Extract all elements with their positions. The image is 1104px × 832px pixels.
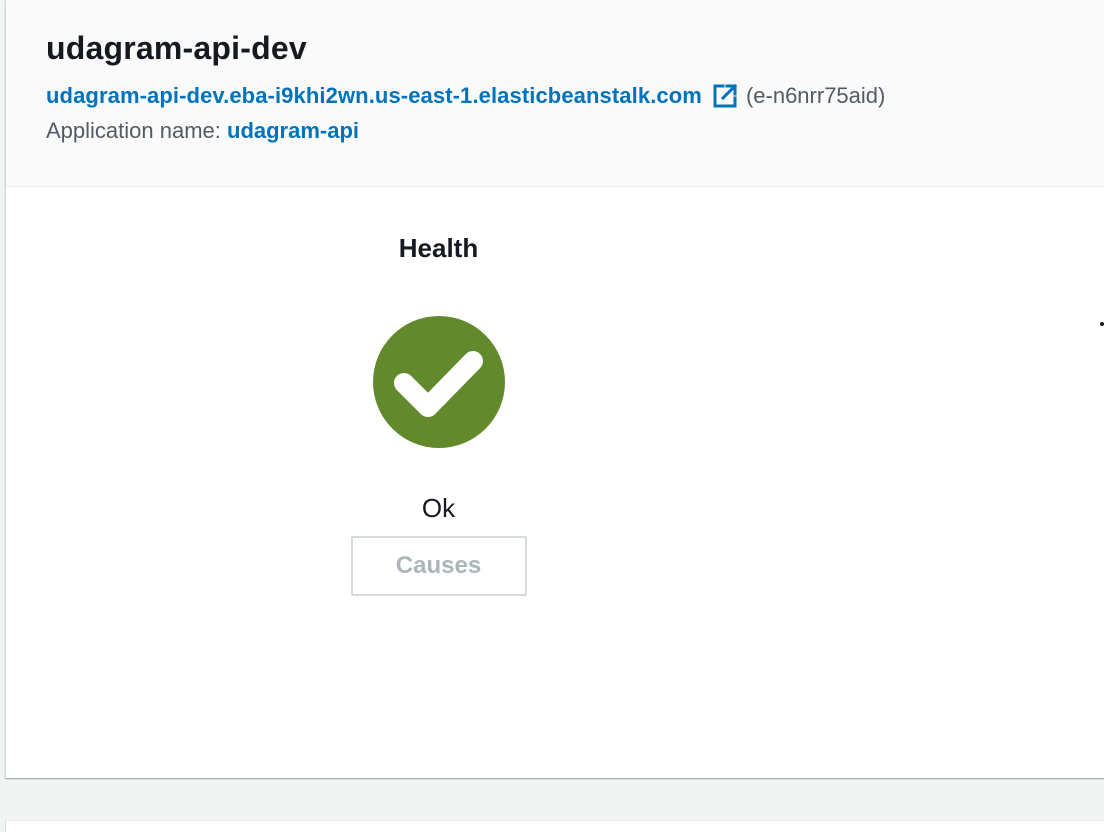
environment-id: (e-n6nrr75aid) <box>745 83 886 108</box>
check-circle-icon <box>372 316 505 448</box>
environment-url-link[interactable]: udagram-api-dev.eba-i9khi2wn.us-east-1.e… <box>46 83 702 109</box>
environment-url-row: udagram-api-dev.eba-i9khi2wn.us-east-1.e… <box>46 80 1104 112</box>
environment-overview-card: udagram-api-dev udagram-api-dev.eba-i9kh… <box>5 0 1104 778</box>
application-name-link[interactable]: udagram-api <box>227 118 359 143</box>
panel-edge-dot <box>1100 322 1104 326</box>
environment-name-title: udagram-api-dev <box>46 30 307 66</box>
health-section: Health Ok Causes <box>311 228 566 596</box>
next-panel-edge <box>5 820 1104 832</box>
application-name-row: Application name: udagram-api <box>46 116 1104 146</box>
health-heading: Health <box>398 233 479 263</box>
external-link-icon[interactable] <box>712 83 738 109</box>
application-name-label: Application name: <box>46 118 227 143</box>
causes-button[interactable]: Causes <box>350 536 527 596</box>
page: udagram-api-dev udagram-api-dev.eba-i9kh… <box>0 0 1104 832</box>
environment-header: udagram-api-dev udagram-api-dev.eba-i9kh… <box>6 0 1104 187</box>
health-status-text: Ok <box>421 493 456 523</box>
